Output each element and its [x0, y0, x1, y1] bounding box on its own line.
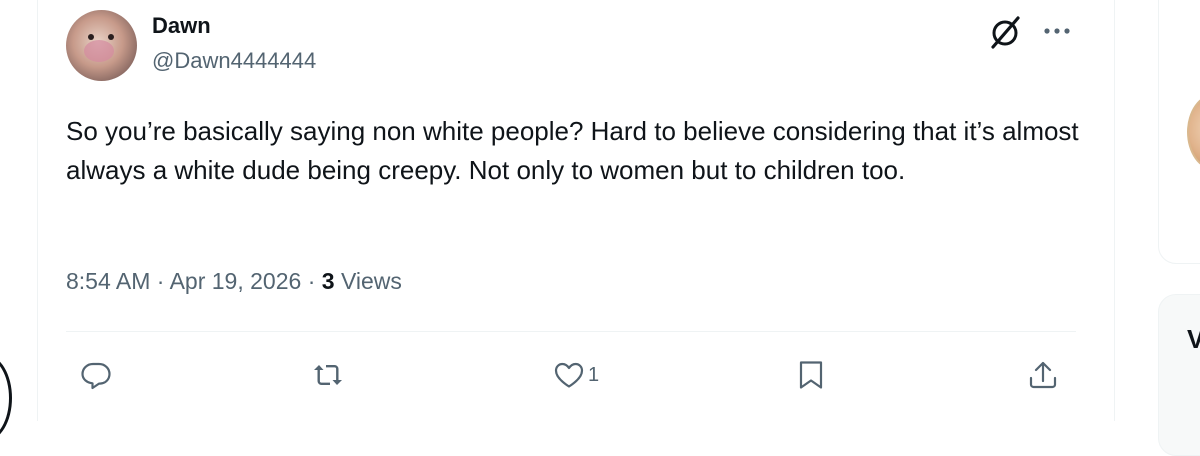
share-button[interactable]	[1027, 358, 1059, 392]
avatar-eye	[88, 34, 94, 40]
display-name[interactable]: Dawn	[152, 13, 211, 39]
meta-separator: ·	[307, 268, 316, 294]
partial-circle-decoration	[0, 355, 12, 441]
avatar-eye	[108, 34, 114, 40]
like-button[interactable]: 1	[553, 358, 599, 392]
bookmark-icon	[799, 361, 823, 389]
meta-separator: ·	[156, 268, 165, 294]
reply-icon	[81, 362, 111, 390]
tweet-meta: 8:54 AM · Apr 19, 2026 · 3 Views	[66, 268, 402, 295]
bookmark-button[interactable]	[795, 358, 827, 392]
tweet-text: So you’re basically saying non white peo…	[66, 116, 1079, 185]
avatar[interactable]	[66, 10, 137, 81]
avatar-face	[84, 40, 114, 62]
share-icon	[1029, 361, 1057, 389]
grok-icon[interactable]	[987, 14, 1025, 50]
tweet-date[interactable]: Apr 19, 2026	[170, 268, 302, 294]
retweet-icon	[314, 365, 342, 385]
tweet-time[interactable]: 8:54 AM	[66, 268, 150, 294]
like-count: 1	[588, 363, 600, 386]
reply-button[interactable]	[80, 358, 112, 392]
retweet-button[interactable]	[312, 358, 344, 392]
views-count[interactable]: 3	[322, 268, 335, 294]
more-dots-icon[interactable]	[1042, 24, 1072, 36]
sidebar-heading-partial: V	[1187, 324, 1200, 354]
heart-icon	[554, 362, 584, 388]
sidebar-card[interactable]	[1158, 294, 1200, 456]
user-handle[interactable]: @Dawn4444444	[152, 48, 316, 74]
views-label[interactable]: Views	[341, 268, 402, 294]
divider	[66, 331, 1076, 332]
